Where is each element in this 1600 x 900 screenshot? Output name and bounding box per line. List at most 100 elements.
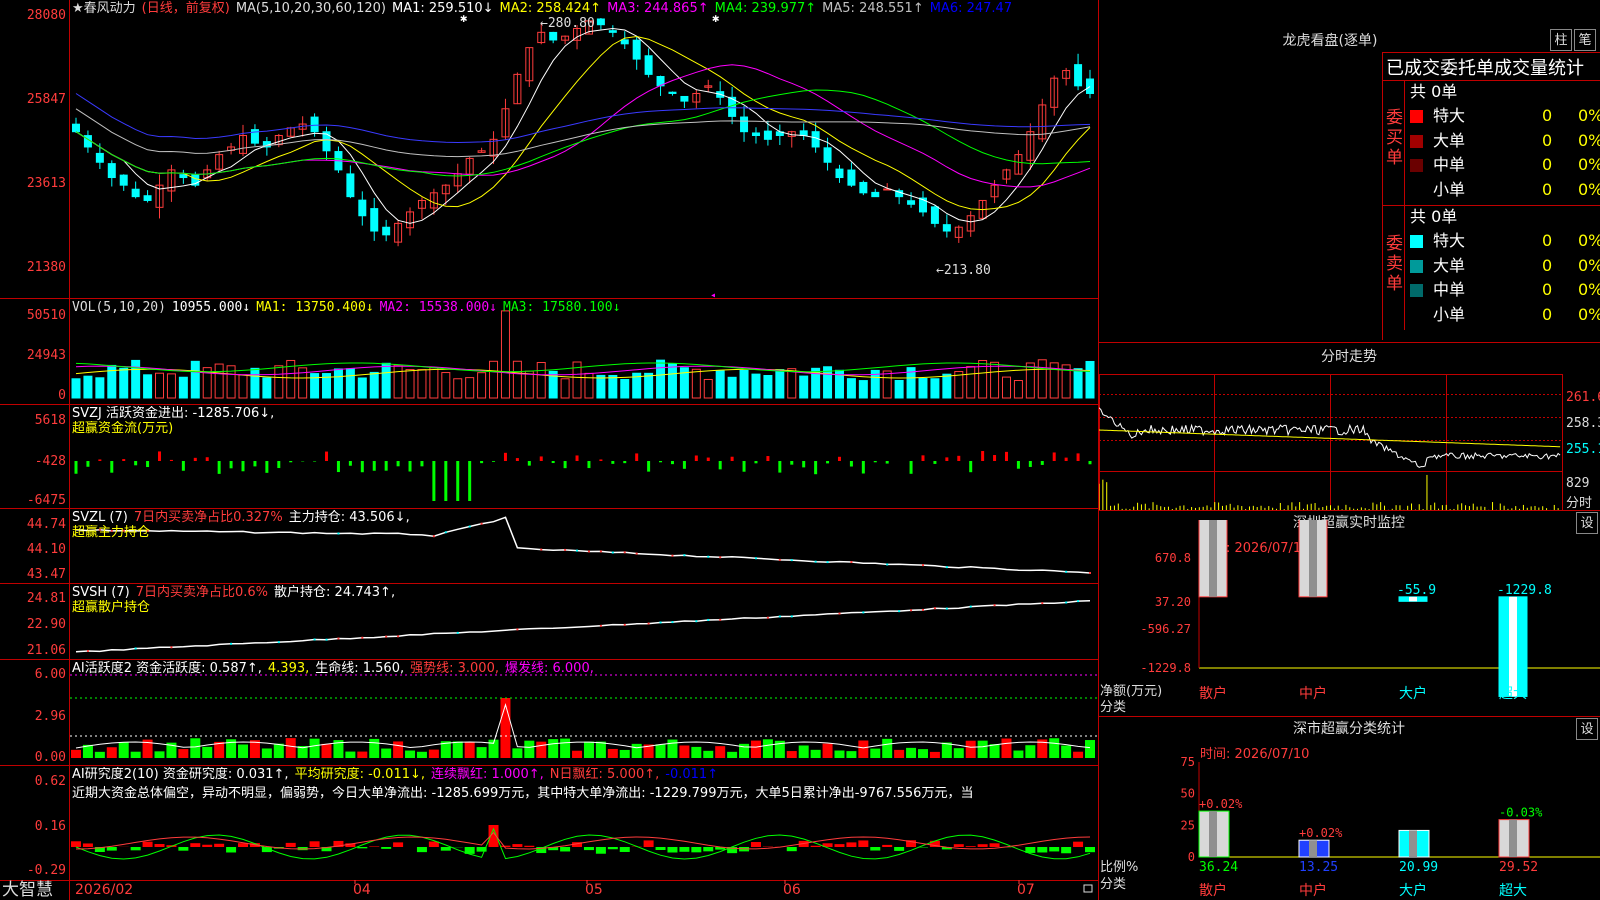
ai2-note: 近期大资金总体偏空，异动不明显，偏弱势，今日大单净流出: -1285.699万元… <box>72 786 1098 802</box>
class-category: 大户 <box>1399 882 1427 899</box>
activity-bar <box>357 751 368 758</box>
volume-bar <box>274 365 284 399</box>
class-category: 超大 <box>1499 883 1527 899</box>
stat-pct: 0% <box>1578 304 1600 324</box>
ma-values: MA1: 259.510↓ MA2: 258.424↑ MA3: 244.865↑ M… <box>392 1 1018 16</box>
holding-dot <box>933 607 936 610</box>
ma-label: MA(5,10,20,30,60,120) <box>235 1 386 16</box>
stats-title: 已成交委托单成交量统计 <box>1386 58 1584 79</box>
stat-row-小单: 小单 0 0% <box>1410 178 1600 202</box>
main-ytick-4: 21380 <box>26 260 66 275</box>
fund-flow-bar <box>766 456 770 461</box>
stat-row-大单: 大单 0 0% <box>1410 254 1600 278</box>
holding-dot <box>814 560 817 563</box>
holding-dot <box>1041 602 1044 605</box>
volume-bar <box>775 369 785 399</box>
volume-bar <box>763 375 773 399</box>
volume-bar <box>1037 359 1047 399</box>
activity-bar <box>989 744 1000 758</box>
fund-flow-bar <box>289 461 293 463</box>
research-bar <box>440 847 451 851</box>
fund-flow-bar <box>1004 451 1008 461</box>
svzj-ytick-1: 5618 <box>34 413 66 428</box>
candle-body <box>608 30 617 33</box>
candle-body <box>811 131 820 148</box>
ai-activity-bars <box>71 698 1095 758</box>
fenshi-ytick-4: 829 <box>1566 476 1590 491</box>
volume-bar <box>584 372 594 399</box>
fund-flow-bar <box>408 461 412 472</box>
volume-bar <box>846 378 856 399</box>
volume-bar <box>190 360 200 399</box>
stat-count: 0 <box>1542 130 1553 150</box>
volume-bar <box>620 379 630 399</box>
svzl-subheader: 超赢主力持仓 <box>72 525 372 541</box>
candle-body <box>763 130 772 140</box>
class-bar-highlight <box>1209 811 1217 857</box>
holding-dot <box>921 608 924 611</box>
stat-row-大单: 大单 0 0% <box>1410 129 1600 153</box>
monitor-category: 大户 <box>1399 685 1427 700</box>
volume-bar <box>1073 368 1083 399</box>
holding-dot <box>611 551 614 554</box>
candle-body <box>847 169 856 186</box>
svsh-ytick-1: 24.81 <box>26 591 66 606</box>
research-bar <box>202 844 213 847</box>
vol-ma-value-2: MA2: 15538.000↓ <box>379 300 498 315</box>
lock-icon[interactable] <box>1083 884 1093 893</box>
holding-dot <box>659 621 662 624</box>
fund-flow-bar <box>265 461 269 473</box>
activity-bar <box>536 741 547 758</box>
holding-dot <box>337 637 340 640</box>
volume-bar <box>1013 380 1023 399</box>
class-change-label: +0.02% <box>1299 826 1343 840</box>
research-bar <box>846 842 857 847</box>
activity-bar <box>822 743 833 758</box>
chart-mode[interactable]: (日线，前复权) <box>142 1 230 16</box>
stat-row-小单: 小单 0 0% <box>1410 303 1600 327</box>
fund-flow-bar <box>110 461 114 473</box>
holding-dot <box>886 563 889 566</box>
fund-flow-bar <box>814 461 818 475</box>
activity-bar <box>929 751 940 758</box>
activity-bar <box>894 749 905 758</box>
research-bar <box>500 845 511 847</box>
class-change-label: -0.03% <box>1499 806 1543 820</box>
monitor-category: 散户 <box>1199 685 1227 700</box>
volume-bar <box>381 362 391 399</box>
monitor-value-label: -1229.8 <box>1497 583 1552 598</box>
volume-bar <box>656 359 666 399</box>
stat-name: 大单 <box>1433 130 1466 150</box>
fund-flow-bar <box>444 461 448 501</box>
stock-title[interactable]: ★春风动力 <box>72 1 136 16</box>
class-change-label: +0.02% <box>1199 797 1243 811</box>
fund-flow-bar <box>1088 461 1092 465</box>
fund-flow-bar <box>169 459 173 461</box>
fund-flow-bar <box>730 456 734 461</box>
fund-flow-bar <box>826 461 830 464</box>
svzl-a: SVZL (7) <box>72 510 128 525</box>
holding-dot <box>623 551 626 554</box>
holding-dot <box>910 609 913 612</box>
fund-flow-bar <box>74 461 78 474</box>
activity-bar <box>464 742 475 758</box>
stat-name: 特大 <box>1433 231 1466 250</box>
volume-bar <box>751 373 761 399</box>
holding-dot <box>826 561 829 564</box>
class-settings-button[interactable]: 设 <box>1576 718 1598 740</box>
ai1-b: 4.393, <box>267 661 310 676</box>
class-value-label: 29.52 <box>1499 860 1538 875</box>
ai1-ytick-1: 6.00 <box>34 667 66 682</box>
research-bar <box>750 842 761 847</box>
candle-body <box>131 188 140 198</box>
candle-body <box>668 91 677 94</box>
intraday-chart[interactable] <box>1099 370 1600 530</box>
volume-bar <box>894 380 904 399</box>
fund-flow-bar <box>885 461 889 464</box>
candle-body <box>107 163 116 179</box>
candle-body <box>143 195 152 201</box>
fund-flow-bar <box>1052 452 1056 461</box>
fund-flow-bar <box>432 461 436 501</box>
stat-name: 中单 <box>1433 155 1466 174</box>
svsh-b: 7日内买卖净占比0.6% <box>135 585 269 600</box>
